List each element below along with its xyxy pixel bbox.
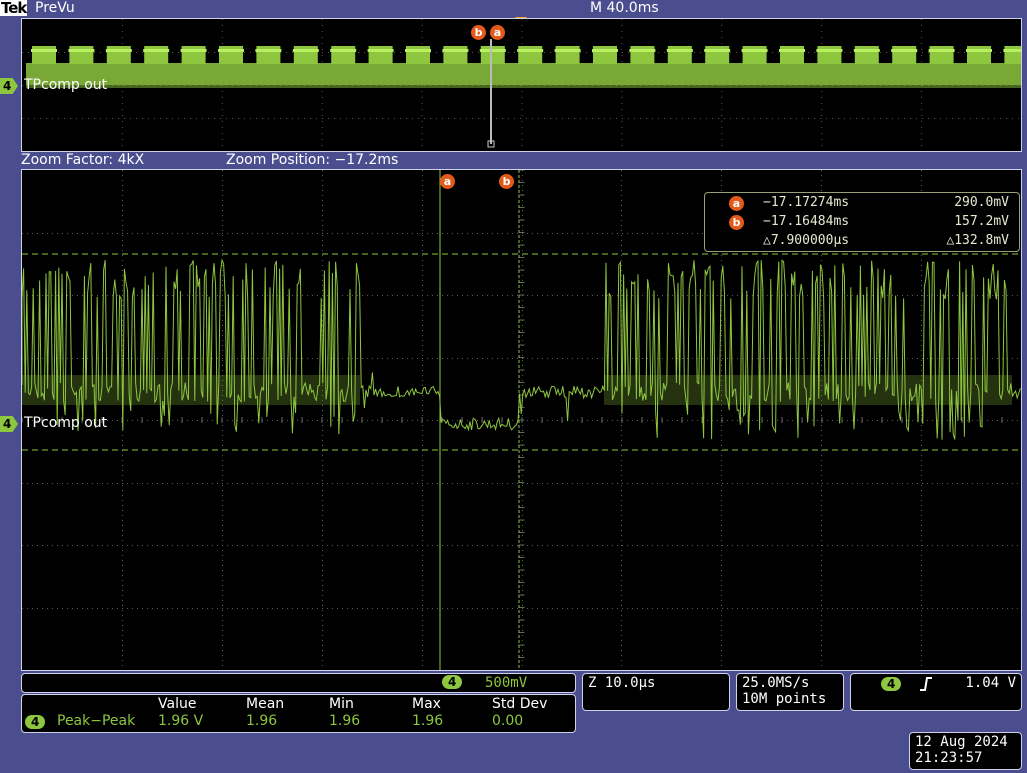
- measurement-header-max: Max: [412, 696, 441, 712]
- readout-cursor-b-icon: b: [729, 215, 744, 230]
- measurement-stddev: 0.00: [492, 713, 524, 729]
- record-length: 10M points: [742, 691, 827, 707]
- measurement-header-value: Value: [158, 696, 197, 712]
- date: 12 Aug 2024: [915, 734, 1008, 750]
- main-channel-marker[interactable]: 4: [0, 416, 18, 432]
- measurement-min: 1.96: [329, 713, 361, 729]
- cursor-delta-time: △7.900000µs: [763, 233, 850, 248]
- acquisition-box[interactable]: 25.0MS/s 10M points: [736, 673, 844, 711]
- top-status-bar: [0, 0, 1027, 18]
- cursor-delta-voltage: △132.8mV: [946, 233, 1009, 248]
- cursor-a-time: −17.17274ms: [763, 195, 850, 210]
- overview-channel-label: TPcomp out: [24, 77, 108, 93]
- measurement-channel-badge: 4: [25, 715, 46, 729]
- measurement-name[interactable]: Peak−Peak: [57, 713, 135, 729]
- rising-edge-icon: [920, 677, 932, 691]
- measurement-header-mean: Mean: [246, 696, 285, 712]
- zoom-time-per-div: Z 10.0µs: [588, 675, 656, 691]
- datetime-box: 12 Aug 2024 21:23:57: [909, 732, 1022, 770]
- time: 21:23:57: [915, 750, 983, 766]
- sample-rate: 25.0MS/s: [742, 675, 810, 691]
- main-timebase[interactable]: M 40.0ms: [590, 0, 659, 17]
- measurement-max: 1.96: [412, 713, 444, 729]
- overview-channel-marker[interactable]: 4: [0, 78, 18, 94]
- measurement-table: Value Mean Min Max Std Dev 4 Peak−Peak 1…: [21, 694, 576, 733]
- overview-waveform: [22, 19, 1021, 148]
- zoom-trace: [22, 258, 1021, 440]
- volts-per-div[interactable]: 500mV: [485, 674, 527, 692]
- cursor-a-voltage: 290.0mV: [954, 195, 1009, 210]
- cursor-a-marker[interactable]: a: [440, 174, 455, 189]
- overview-cursor-b-marker[interactable]: b: [471, 25, 486, 40]
- zoom-factor: Zoom Factor: 4kX: [21, 152, 145, 168]
- trigger-channel-badge: 4: [881, 677, 902, 691]
- measurement-header-stddev: Std Dev: [492, 696, 548, 712]
- cursor-b-marker[interactable]: b: [499, 174, 514, 189]
- scale-channel-badge: 4: [442, 675, 463, 689]
- readout-cursor-a-icon: a: [729, 196, 744, 211]
- measurement-header-min: Min: [329, 696, 354, 712]
- acquisition-mode: PreVu: [35, 0, 75, 16]
- zoom-position: Zoom Position: −17.2ms: [226, 152, 399, 168]
- measurement-mean: 1.96: [246, 713, 278, 729]
- overview-trace: [26, 46, 1021, 88]
- zoom-timebase-box[interactable]: Z 10.0µs: [582, 673, 730, 711]
- trigger-box[interactable]: 4 1.04 V: [850, 673, 1022, 711]
- cursor-readout: a −17.17274ms 290.0mV b −17.16484ms 157.…: [704, 192, 1020, 252]
- cursor-b-time: −17.16484ms: [763, 214, 850, 229]
- vertical-scale-bar[interactable]: 4 500mV: [21, 673, 576, 693]
- measurement-value: 1.96 V: [158, 713, 204, 729]
- cursor-b-voltage: 157.2mV: [954, 214, 1009, 229]
- overview-cursor-a-marker[interactable]: a: [490, 25, 505, 40]
- trigger-level: 1.04 V: [965, 675, 1016, 691]
- overview-waveform-panel[interactable]: [21, 18, 1022, 152]
- brand-logo: Tek: [0, 0, 27, 17]
- main-channel-label: TPcomp out: [24, 415, 108, 431]
